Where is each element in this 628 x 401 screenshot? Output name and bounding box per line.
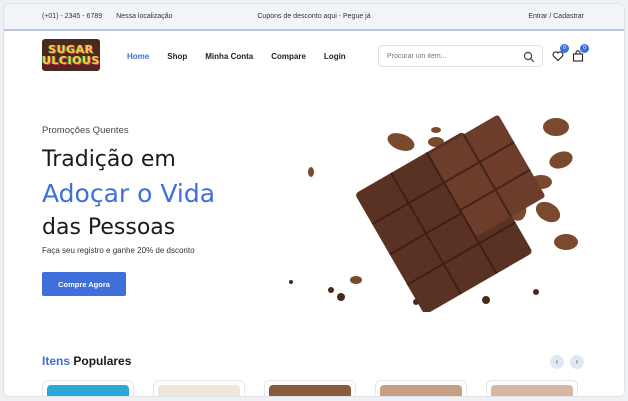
product-card[interactable] xyxy=(486,380,578,396)
product-card[interactable] xyxy=(42,380,134,396)
cart-icon[interactable]: 0 xyxy=(572,44,589,67)
top-bar: (+01) - 2345 - 6789 Nessa localização Cu… xyxy=(4,4,624,31)
nav-home[interactable]: Home xyxy=(127,52,149,61)
shop-now-button[interactable]: Compre Agora xyxy=(42,272,126,296)
popular-title-highlight: Itens xyxy=(42,354,71,368)
promo-link[interactable]: Cupons de desconto aqui - Pegue já xyxy=(257,13,370,20)
search-input[interactable] xyxy=(379,51,519,61)
popular-items-title: Itens Populares xyxy=(42,354,131,368)
search-icon[interactable] xyxy=(523,50,535,68)
page-frame: (+01) - 2345 - 6789 Nessa localização Cu… xyxy=(3,3,625,397)
nav-login[interactable]: Login xyxy=(324,52,346,61)
product-thumbnail xyxy=(380,385,462,396)
search-box xyxy=(378,45,543,67)
product-thumbnail xyxy=(158,385,240,396)
product-thumbnail xyxy=(269,385,351,396)
nav-minha-conta[interactable]: Minha Conta xyxy=(205,52,253,61)
hero-title-line-1: Tradição em xyxy=(42,147,176,172)
cart-count-badge: 0 xyxy=(580,44,589,53)
popular-title-rest: Populares xyxy=(73,354,132,368)
wishlist-count-badge: 0 xyxy=(560,44,569,53)
nav-shop[interactable]: Shop xyxy=(167,52,187,61)
hero-title: Tradição em Adoçar o Vida das Pessoas xyxy=(42,143,215,245)
product-thumbnail xyxy=(47,385,129,396)
main-nav: Home Shop Minha Conta Compare Login xyxy=(127,52,346,61)
popular-items-list xyxy=(42,380,578,396)
site-logo[interactable]: SUGAR ULCIOUS xyxy=(42,39,100,71)
product-thumbnail xyxy=(491,385,573,396)
product-card[interactable] xyxy=(153,380,245,396)
hero-description: Faça seu registro e ganhe 20% de dsconto xyxy=(42,246,195,255)
hero-title-line-3: das Pessoas xyxy=(42,215,176,240)
nav-compare[interactable]: Compare xyxy=(271,52,306,61)
hero-subtitle: Promoções Quentes xyxy=(42,125,129,136)
wishlist-icon[interactable]: 0 xyxy=(552,44,569,67)
prev-arrow-icon[interactable]: ‹ xyxy=(550,355,564,369)
logo-line-2: ULCIOUS xyxy=(42,54,100,67)
next-arrow-icon[interactable]: › xyxy=(570,355,584,369)
chocolate-hero-image xyxy=(289,115,578,312)
hero-title-line-2: Adoçar o Vida xyxy=(42,179,216,208)
product-card[interactable] xyxy=(264,380,356,396)
product-card[interactable] xyxy=(375,380,467,396)
login-register-link[interactable]: Entrar / Cadastrar xyxy=(528,13,584,20)
header: SUGAR ULCIOUS Home Shop Minha Conta Comp… xyxy=(4,31,624,85)
